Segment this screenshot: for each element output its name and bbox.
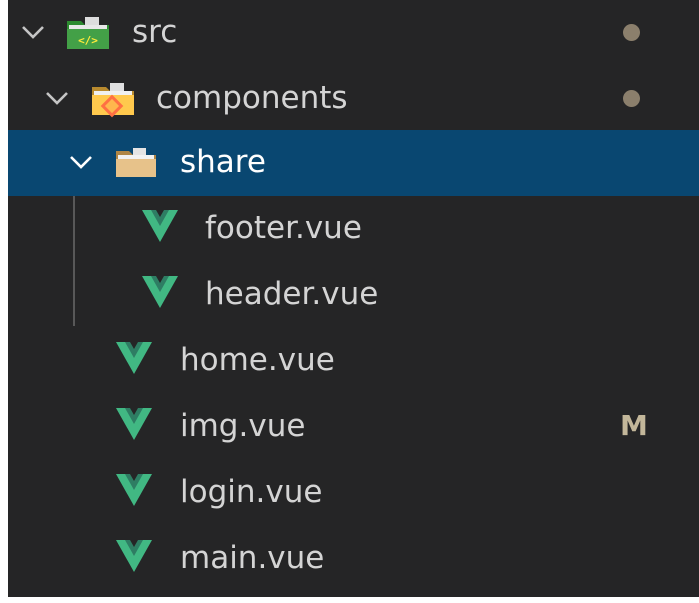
- tree-item-img-vue[interactable]: img.vue M: [8, 394, 699, 460]
- file-explorer-tree: </> src components share footer.vue head…: [8, 0, 699, 597]
- tree-item-label: home.vue: [180, 342, 335, 378]
- tree-item-share-folder[interactable]: share: [8, 130, 699, 196]
- vue-icon: [116, 408, 152, 440]
- modified-dot-icon: [623, 24, 640, 41]
- tree-item-header-vue[interactable]: header.vue: [8, 262, 699, 328]
- tree-item-label: main.vue: [180, 540, 325, 576]
- tree-item-footer-vue[interactable]: footer.vue: [8, 196, 699, 262]
- svg-text:</>: </>: [78, 34, 98, 47]
- chevron-down-icon[interactable]: [68, 152, 94, 172]
- vue-icon: [116, 342, 152, 374]
- tree-item-label: login.vue: [180, 474, 323, 510]
- tree-item-label: src: [132, 14, 178, 50]
- folder-src-icon: </>: [67, 17, 109, 49]
- tree-item-components-folder[interactable]: components: [8, 66, 699, 132]
- chevron-down-icon[interactable]: [44, 88, 70, 108]
- tree-item-label: img.vue: [180, 408, 306, 444]
- tree-item-label: header.vue: [205, 276, 379, 312]
- folder-components-icon: [92, 83, 134, 118]
- chevron-down-icon[interactable]: [20, 22, 46, 42]
- vue-icon: [116, 474, 152, 506]
- tree-item-main-vue[interactable]: main.vue: [8, 526, 699, 592]
- git-modified-badge: M: [620, 409, 648, 442]
- tree-item-label: components: [156, 80, 348, 116]
- modified-dot-icon: [623, 90, 640, 107]
- tree-item-src-folder[interactable]: </> src: [8, 0, 699, 66]
- vue-icon: [142, 210, 178, 242]
- tree-item-label: share: [180, 144, 266, 180]
- tree-item-home-vue[interactable]: home.vue: [8, 328, 699, 394]
- folder-icon: [116, 148, 156, 177]
- vue-icon: [142, 276, 178, 308]
- tree-item-login-vue[interactable]: login.vue: [8, 460, 699, 526]
- tree-item-label: footer.vue: [205, 210, 362, 246]
- vue-icon: [116, 540, 152, 572]
